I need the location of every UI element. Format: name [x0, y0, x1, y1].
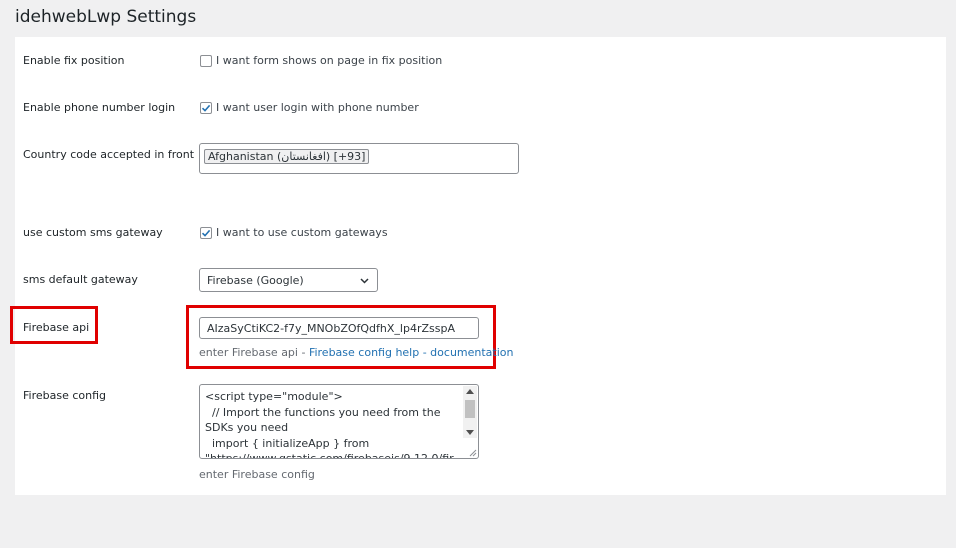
- firebase-api-input[interactable]: AIzaSyCtiKC2-f7y_MNObZOfQdfhX_lp4rZsspA: [199, 317, 479, 339]
- firebase-api-desc-prefix: enter Firebase api -: [199, 346, 309, 359]
- scroll-up-icon[interactable]: [466, 389, 474, 394]
- phone-login-option[interactable]: I want user login with phone number: [200, 101, 419, 114]
- firebase-api-label: Firebase api: [23, 321, 90, 334]
- fix-position-checkbox-label: I want form shows on page in fix positio…: [216, 54, 443, 67]
- checkmark-icon: [201, 229, 211, 237]
- firebase-config-description: enter Firebase config: [199, 468, 315, 481]
- textarea-scrollbar[interactable]: [463, 386, 477, 438]
- fix-position-label: Enable fix position: [23, 54, 125, 67]
- chevron-down-icon: [360, 278, 369, 284]
- default-gateway-select[interactable]: Firebase (Google): [199, 268, 378, 292]
- scroll-down-icon[interactable]: [466, 430, 474, 435]
- firebase-config-help-link[interactable]: Firebase config help - documentation: [309, 346, 514, 359]
- custom-gateway-label: use custom sms gateway: [23, 226, 163, 239]
- fix-position-option[interactable]: I want form shows on page in fix positio…: [200, 54, 442, 67]
- custom-gateway-option[interactable]: I want to use custom gateways: [200, 226, 388, 239]
- default-gateway-value: Firebase (Google): [207, 273, 304, 287]
- resize-grip-icon[interactable]: [467, 447, 477, 457]
- phone-login-checkbox-label: I want user login with phone number: [216, 101, 419, 114]
- phone-login-checkbox[interactable]: [200, 101, 212, 114]
- firebase-config-textarea[interactable]: <script type="module"> // Import the fun…: [199, 384, 479, 459]
- phone-login-label: Enable phone number login: [23, 101, 176, 114]
- default-gateway-label: sms default gateway: [23, 273, 138, 286]
- scroll-thumb[interactable]: [465, 400, 475, 418]
- firebase-config-content: <script type="module"> // Import the fun…: [205, 390, 454, 459]
- settings-form: Enable fix position I want form shows on…: [10, 37, 946, 495]
- country-code-tag[interactable]: Afghanistan (‫افغانستان‬‎) [+93]: [204, 149, 370, 164]
- checkmark-icon: [201, 104, 211, 112]
- custom-gateway-checkbox[interactable]: [200, 226, 212, 239]
- firebase-api-description: enter Firebase api - Firebase config hel…: [199, 346, 514, 359]
- fix-position-checkbox[interactable]: [200, 54, 212, 67]
- country-code-select[interactable]: Afghanistan (‫افغانستان‬‎) [+93]: [199, 143, 519, 174]
- country-code-label: Country code accepted in front: [23, 148, 195, 161]
- page-title: idehwebLwp Settings: [15, 7, 197, 27]
- custom-gateway-checkbox-label: I want to use custom gateways: [216, 226, 388, 239]
- firebase-config-label: Firebase config: [23, 389, 107, 402]
